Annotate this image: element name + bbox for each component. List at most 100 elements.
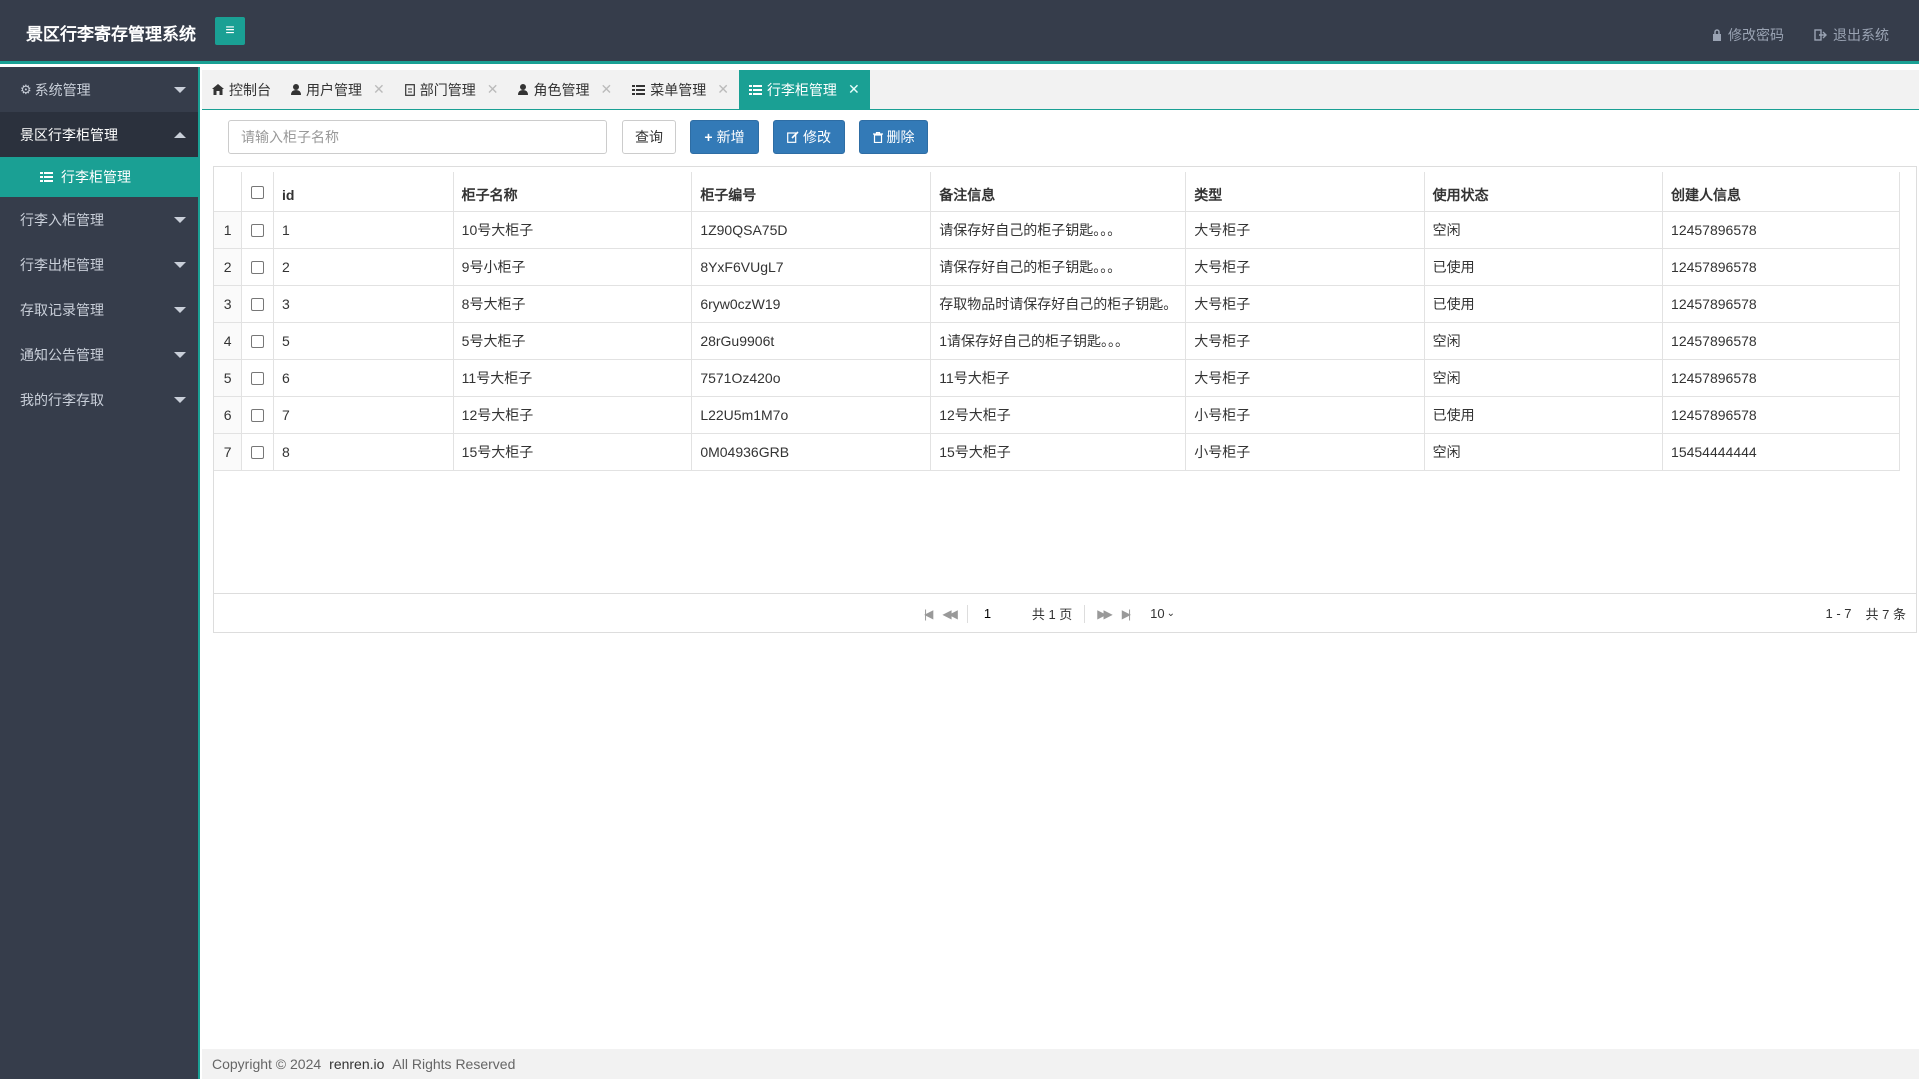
row-checkbox[interactable] [251, 298, 265, 312]
column-header[interactable]: 使用状态 [1424, 172, 1664, 212]
row-number: 5 [214, 359, 243, 397]
tab-dashboard[interactable]: 控制台 [202, 70, 281, 109]
table-cell: 大号柜子 [1185, 248, 1425, 286]
sidebar-item-label: 通知公告管理 [20, 346, 104, 363]
tab-menus[interactable]: 菜单管理 ✕ [622, 70, 739, 109]
tab-lockers[interactable]: 行李柜管理 ✕ [738, 70, 870, 109]
footer-brand-link[interactable]: renren.io [329, 1056, 384, 1072]
sidebar-item-checkout[interactable]: 行李出柜管理 [0, 242, 198, 287]
next-page-icon[interactable]: ▶▶ [1097, 607, 1113, 621]
add-button[interactable]: + 新增 [690, 120, 759, 154]
column-header[interactable]: 创建人信息 [1662, 172, 1900, 212]
delete-button[interactable]: 删除 [859, 120, 928, 154]
row-checkbox[interactable] [251, 335, 265, 349]
list-icon [748, 84, 762, 95]
table-row[interactable]: 6 7 12号大柜子 L22U5m1M7o 12号大柜子 小号柜子 已使用 124578965… [214, 396, 1900, 434]
tab-departments[interactable]: 部门管理 ✕ [395, 70, 509, 109]
table-cell: 12457896578 [1662, 285, 1900, 323]
sidebar: ⚙ 系统管理 景区行李柜管理 行李柜管理 行李入柜管理 行李出柜管理 存取记录管… [0, 67, 200, 1079]
page-size-select[interactable]: 10 ⌄ [1150, 606, 1175, 621]
table-cell: 1请保存好自己的柜子钥匙。。。 [930, 322, 1187, 360]
page-number-input[interactable] [979, 602, 1020, 625]
table-row[interactable]: 4 5 5号大柜子 28rGu9906t 1请保存好自己的柜子钥匙。。。 大号柜子 空闲 12… [214, 322, 1900, 360]
row-select-cell [241, 359, 275, 397]
row-select-cell [241, 433, 275, 471]
table-cell: 存取物品时请保存好自己的柜子钥匙。 [930, 285, 1187, 323]
sidebar-item-label: 行李入柜管理 [20, 211, 104, 228]
locker-grid: id 柜子名称 柜子编号 备注信息 类型 使用状态 创建人信息 1 1 10号大柜子… [213, 166, 1917, 633]
row-checkbox[interactable] [251, 261, 265, 275]
sidebar-item-label: 景区行李柜管理 [20, 126, 118, 143]
table-cell: 8号大柜子 [453, 285, 693, 323]
caret-down-icon [174, 86, 186, 93]
table-cell: 大号柜子 [1185, 359, 1425, 397]
table-cell: 12号大柜子 [453, 396, 693, 434]
table-cell: 5 [273, 322, 454, 360]
column-header[interactable]: 备注信息 [930, 172, 1187, 212]
table-row[interactable]: 1 1 10号大柜子 1Z90QSA75D 请保存好自己的柜子钥匙。。。 大号柜子 空闲 12… [214, 211, 1900, 249]
row-checkbox[interactable] [251, 372, 265, 386]
rights-text: All Rights Reserved [392, 1056, 516, 1072]
last-page-icon[interactable]: ▶| [1122, 607, 1132, 621]
column-header[interactable]: 柜子编号 [691, 172, 932, 212]
table-cell: 11号大柜子 [930, 359, 1187, 397]
column-header[interactable]: id [273, 172, 454, 212]
sidebar-item-my-luggage[interactable]: 我的行李存取 [0, 377, 198, 422]
tab-roles[interactable]: 角色管理 ✕ [508, 70, 622, 109]
row-checkbox[interactable] [251, 446, 265, 460]
table-cell: 7571Oz420o [691, 359, 932, 397]
table-cell: 空闲 [1424, 322, 1664, 360]
change-password-link[interactable]: 修改密码 [1712, 25, 1784, 45]
tab-users[interactable]: 用户管理 ✕ [281, 70, 395, 109]
table-cell: 12457896578 [1662, 359, 1900, 397]
first-page-icon[interactable]: |◀ [924, 607, 934, 621]
logout-link[interactable]: 退出系统 [1814, 25, 1889, 45]
table-cell: 0M04936GRB [691, 433, 932, 471]
sidebar-item-notices[interactable]: 通知公告管理 [0, 332, 198, 377]
table-cell: 空闲 [1424, 433, 1664, 471]
table-row[interactable]: 3 3 8号大柜子 6ryw0czW19 存取物品时请保存好自己的柜子钥匙。 大号柜子 已使… [214, 285, 1900, 323]
close-icon[interactable]: ✕ [373, 81, 385, 98]
sidebar-item-locker-admin[interactable]: 景区行李柜管理 [0, 112, 198, 157]
sidebar-subitem-locker[interactable]: 行李柜管理 [0, 157, 198, 197]
close-icon[interactable]: ✕ [848, 81, 860, 98]
query-button[interactable]: 查询 [622, 120, 676, 154]
sidebar-item-checkin[interactable]: 行李入柜管理 [0, 197, 198, 242]
column-header[interactable]: 柜子名称 [453, 172, 693, 212]
chevron-down-icon: ⌄ [1166, 608, 1175, 619]
row-select-cell [241, 322, 275, 360]
footer: Copyright © 2024 renren.io All Rights Re… [202, 1049, 1919, 1079]
hamburger-icon: ≡ [225, 22, 235, 39]
close-icon[interactable]: ✕ [487, 81, 499, 98]
search-input[interactable] [228, 120, 607, 154]
tab-label: 部门管理 [419, 81, 476, 98]
select-all-checkbox[interactable] [251, 186, 265, 200]
tab-label: 用户管理 [306, 81, 362, 98]
rownum-header [214, 172, 243, 212]
sidebar-item-system[interactable]: ⚙ 系统管理 [0, 67, 198, 112]
sidebar-item-label: 行李出柜管理 [20, 256, 104, 273]
close-icon[interactable]: ✕ [600, 81, 612, 98]
page-size-value: 10 [1150, 606, 1165, 621]
locker-table: id 柜子名称 柜子编号 备注信息 类型 使用状态 创建人信息 1 1 10号大柜子… [214, 172, 1900, 471]
sidebar-item-records[interactable]: 存取记录管理 [0, 287, 198, 332]
row-checkbox[interactable] [251, 224, 265, 238]
table-cell: 6ryw0czW19 [691, 285, 932, 323]
table-row[interactable]: 7 8 15号大柜子 0M04936GRB 15号大柜子 小号柜子 空闲 1545444444… [214, 433, 1900, 471]
record-total: 共 7 条 [1865, 607, 1906, 622]
doc-icon [404, 83, 415, 96]
close-icon[interactable]: ✕ [717, 81, 729, 98]
tab-label: 角色管理 [533, 81, 590, 98]
table-cell: 7 [273, 396, 454, 434]
row-checkbox[interactable] [251, 409, 265, 423]
gear-icon: ⚙ [20, 81, 32, 97]
edit-label: 修改 [803, 129, 831, 145]
menu-toggle-button[interactable]: ≡ [215, 17, 245, 45]
caret-down-icon [174, 306, 186, 313]
column-header[interactable]: 类型 [1185, 172, 1425, 212]
edit-button[interactable]: 修改 [773, 120, 845, 154]
prev-page-icon[interactable]: ◀◀ [942, 607, 958, 621]
table-row[interactable]: 5 6 11号大柜子 7571Oz420o 11号大柜子 大号柜子 空闲 1245789657… [214, 359, 1900, 397]
table-cell: 请保存好自己的柜子钥匙。。。 [930, 211, 1187, 249]
table-row[interactable]: 2 2 9号小柜子 8YxF6VUgL7 请保存好自己的柜子钥匙。。。 大号柜子 已使用 12… [214, 248, 1900, 286]
